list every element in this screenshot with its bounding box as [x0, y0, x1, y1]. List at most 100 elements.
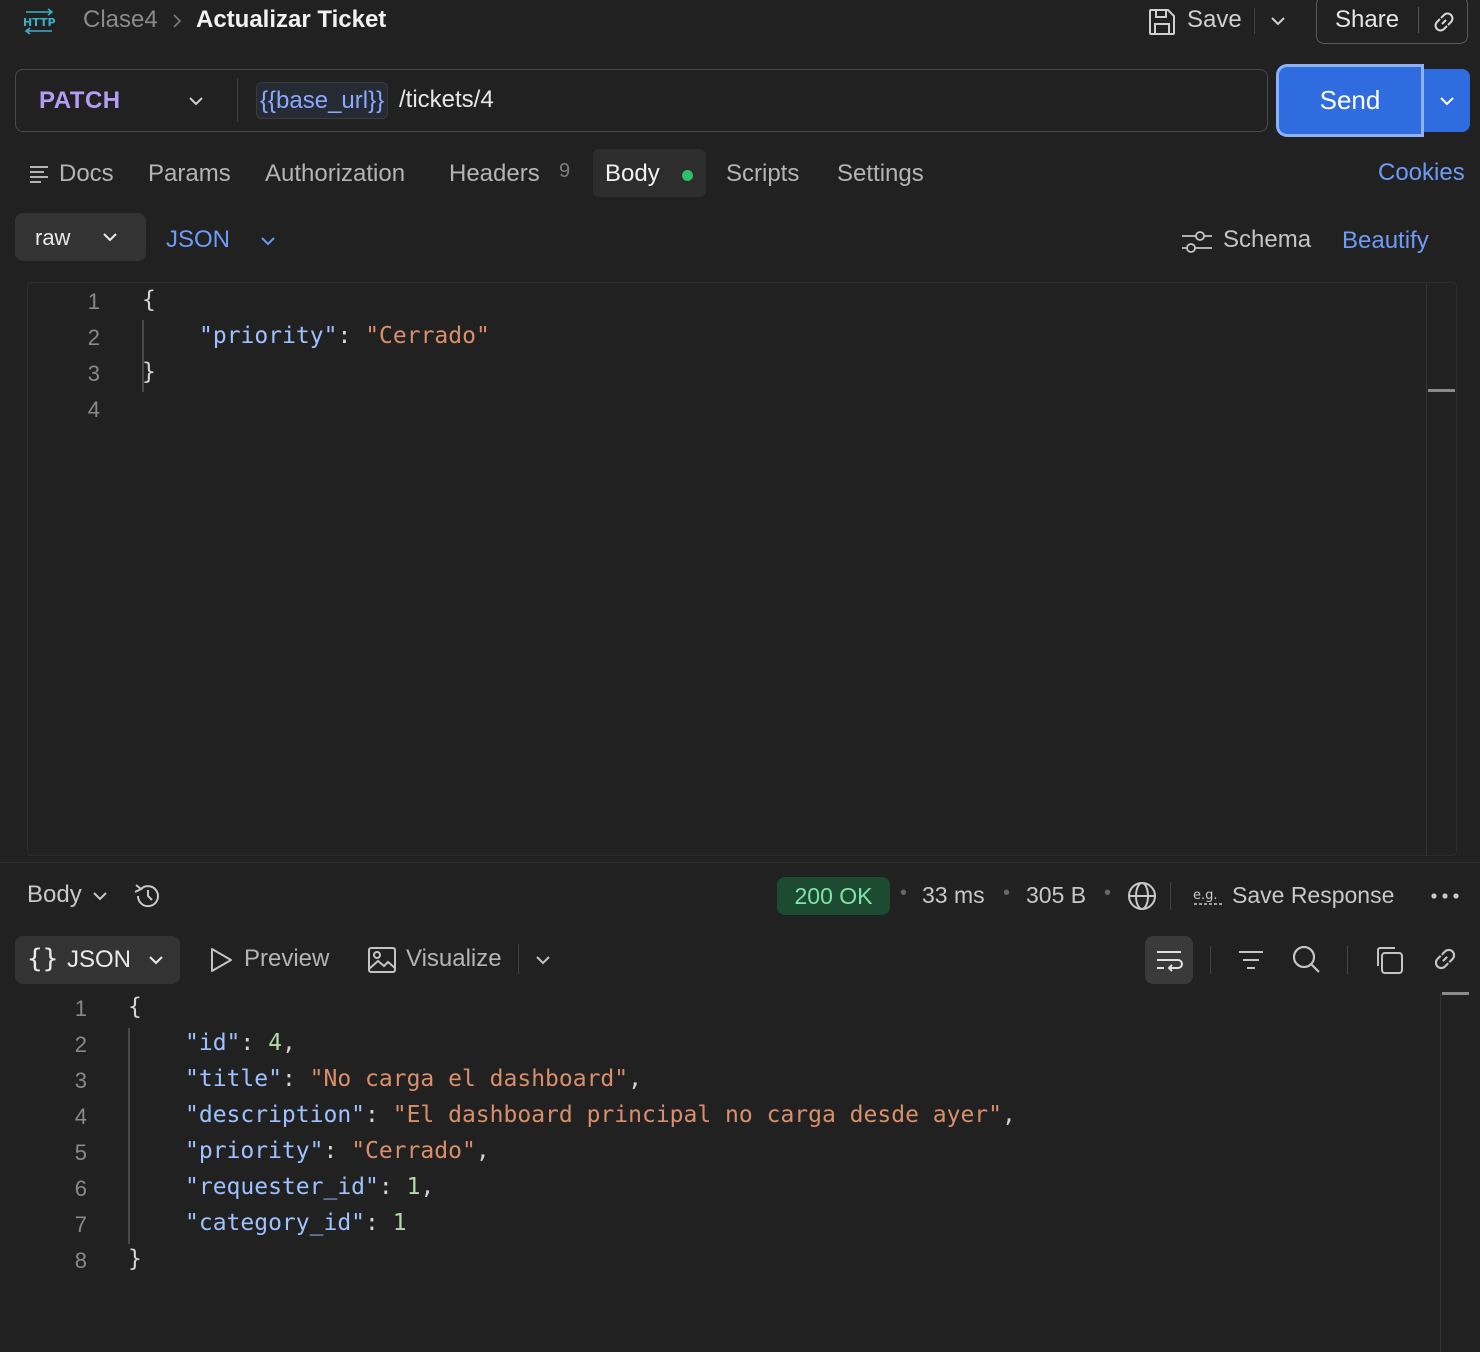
- status-badge[interactable]: 200 OK: [777, 877, 890, 915]
- code-token: :: [337, 323, 366, 349]
- line-number: 1: [87, 289, 100, 314]
- code-line: "description": "El dashboard principal n…: [185, 1102, 1016, 1128]
- http-icon: HTTP: [22, 6, 56, 36]
- request-title[interactable]: Actualizar Ticket: [196, 6, 386, 34]
- tab-settings[interactable]: Settings: [837, 160, 924, 188]
- beautify-button[interactable]: Beautify: [1342, 227, 1429, 255]
- code-token: }: [142, 359, 156, 385]
- response-time[interactable]: 33 ms: [922, 882, 985, 909]
- save-button[interactable]: Save: [1146, 2, 1256, 40]
- search-icon[interactable]: [1290, 943, 1322, 975]
- url-input[interactable]: {{base_url}} /tickets/4: [256, 82, 1246, 120]
- response-size[interactable]: 305 B: [1026, 882, 1086, 909]
- send-options-button[interactable]: [1424, 69, 1470, 132]
- link-icon[interactable]: [1430, 8, 1458, 36]
- code-token: "Cerrado": [351, 1138, 476, 1164]
- body-mode-label: raw: [35, 225, 71, 250]
- line-number: 4: [74, 1104, 87, 1129]
- save-response-button[interactable]: e.g. Save Response: [1192, 878, 1412, 914]
- share-group: Share: [1316, 0, 1468, 44]
- response-body-select[interactable]: Body: [27, 880, 117, 912]
- code-token: "description": [185, 1102, 366, 1128]
- tab-headers-label: Headers: [449, 160, 540, 187]
- schema-button[interactable]: Schema: [1180, 224, 1320, 258]
- code-token: ,: [1002, 1102, 1016, 1128]
- divider: [237, 78, 238, 122]
- docs-icon: [30, 166, 48, 183]
- separator-dot: •: [1104, 882, 1112, 904]
- chevron-down-icon: [103, 233, 117, 242]
- save-icon: [1149, 9, 1175, 35]
- body-mode-select[interactable]: raw: [15, 213, 146, 261]
- wrap-lines-button[interactable]: [1145, 936, 1193, 984]
- minimap-marker: [1428, 389, 1455, 392]
- preview-label: Preview: [244, 945, 330, 972]
- line-number: 5: [74, 1140, 87, 1165]
- share-button[interactable]: Share: [1335, 6, 1399, 34]
- tab-body[interactable]: Body: [593, 149, 706, 197]
- method-select[interactable]: PATCH: [39, 87, 121, 115]
- response-format-select[interactable]: {} JSON: [15, 936, 180, 984]
- headers-count-badge: 9: [559, 160, 571, 182]
- tab-params[interactable]: Params: [148, 160, 231, 188]
- code-token: :: [240, 1030, 269, 1056]
- minimap-marker: [1442, 992, 1469, 995]
- link-icon[interactable]: [1430, 944, 1460, 974]
- body-format-select[interactable]: JSON: [166, 225, 286, 257]
- copy-icon[interactable]: [1373, 944, 1405, 976]
- visualize-button[interactable]: Visualize: [366, 942, 516, 978]
- url-bar: PATCH {{base_url}} /tickets/4: [15, 69, 1268, 132]
- line-number: 8: [74, 1248, 87, 1273]
- response-body-label: Body: [27, 881, 82, 908]
- panel-divider: [0, 862, 1480, 863]
- code-line: }: [128, 1246, 142, 1272]
- code-token: :: [378, 1174, 407, 1200]
- method-chevron-down-icon[interactable]: [186, 92, 206, 110]
- editor-scrollbar[interactable]: [1426, 283, 1427, 855]
- line-number: 7: [74, 1212, 87, 1237]
- send-button[interactable]: Send: [1279, 67, 1421, 134]
- request-body-editor[interactable]: 1 2 3 4 {"priority": "Cerrado"}: [27, 282, 1457, 856]
- code-line: {: [128, 994, 142, 1020]
- tab-body-label: Body: [605, 160, 660, 187]
- code-token: }: [128, 1246, 142, 1272]
- code-line: "priority": "Cerrado",: [185, 1138, 490, 1164]
- code-token: "Cerrado": [365, 323, 490, 349]
- more-options-icon[interactable]: [1429, 884, 1461, 908]
- code-token: {: [128, 994, 142, 1020]
- divider: [1254, 8, 1255, 34]
- divider: [1347, 946, 1348, 974]
- globe-icon[interactable]: [1126, 880, 1158, 912]
- body-format-label: JSON: [166, 226, 231, 253]
- divider: [518, 944, 519, 974]
- code-token: 1: [406, 1174, 421, 1200]
- code-line: {: [142, 287, 156, 313]
- chevron-down-icon: [149, 956, 163, 965]
- chevron-down-icon[interactable]: [533, 951, 553, 969]
- indent-guide: [128, 1028, 130, 1244]
- url-variable[interactable]: {{base_url}}: [256, 82, 389, 119]
- response-body-viewer[interactable]: 12345678 {"id": 4, "title": "No carga el …: [0, 992, 1480, 1352]
- save-options-chevron-icon[interactable]: [1268, 12, 1288, 30]
- preview-button[interactable]: Preview: [206, 942, 346, 978]
- tab-scripts[interactable]: Scripts: [726, 160, 799, 188]
- body-status-dot: [682, 170, 693, 181]
- breadcrumb-parent[interactable]: Clase4: [83, 6, 158, 34]
- editor-scrollbar[interactable]: [1440, 994, 1441, 1352]
- chevron-down-icon: [93, 892, 107, 901]
- history-icon[interactable]: [131, 879, 165, 913]
- tab-headers[interactable]: Headers 9: [449, 158, 579, 192]
- code-line: "title": "No carga el dashboard",: [185, 1066, 642, 1092]
- code-token: "id": [185, 1030, 241, 1056]
- play-icon: [211, 948, 232, 972]
- tab-authorization[interactable]: Authorization: [265, 160, 405, 188]
- wrap-lines-icon: [1157, 951, 1183, 972]
- breadcrumb-separator-icon: [171, 12, 183, 30]
- line-number: 2: [87, 325, 100, 350]
- code-line: "category_id": 1: [185, 1210, 407, 1236]
- cookies-link[interactable]: Cookies: [1378, 159, 1465, 187]
- line-number: 3: [74, 1068, 87, 1093]
- filter-icon[interactable]: [1236, 945, 1266, 975]
- code-token: 1: [392, 1210, 407, 1236]
- separator-dot: •: [1003, 882, 1011, 904]
